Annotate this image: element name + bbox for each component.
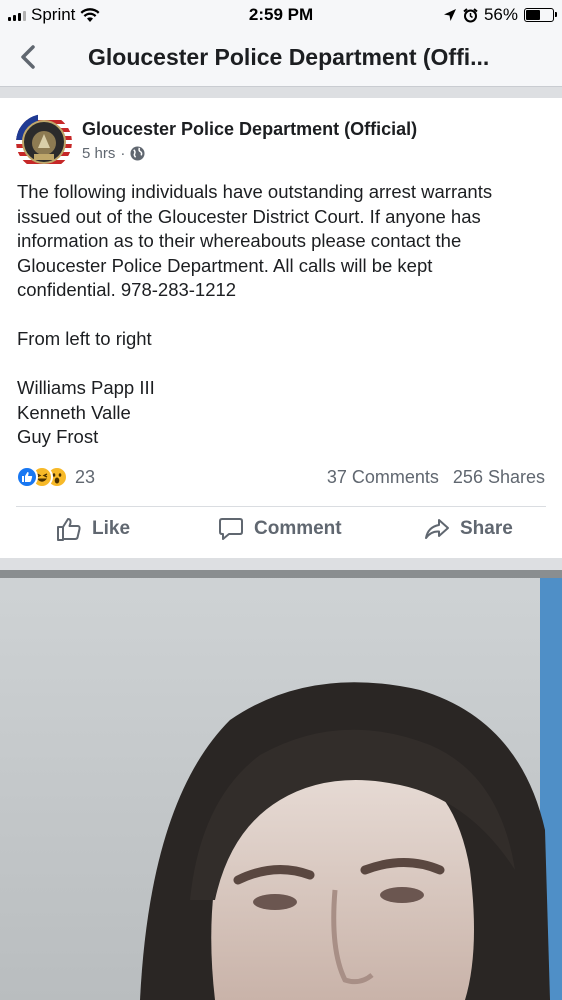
body-line: information as to their whereabouts plea…	[17, 230, 462, 251]
alarm-icon	[463, 7, 478, 22]
police-badge-icon	[16, 114, 72, 170]
share-arrow-icon	[425, 519, 449, 539]
battery-percent: 56%	[483, 5, 518, 24]
reaction-count: 23	[75, 466, 96, 487]
post-card: Gloucester Police Department (Official) …	[0, 98, 562, 558]
thumbs-up-icon	[57, 518, 81, 541]
reactions-summary[interactable]: 23	[16, 466, 95, 488]
like-button[interactable]: Like	[56, 516, 130, 542]
status-right: 56%	[443, 5, 557, 25]
post-meta: 5 hrs ·	[82, 145, 145, 162]
shares-count[interactable]: 256 Shares	[453, 467, 545, 488]
body-line: issued out of the Gloucester District Co…	[17, 205, 481, 227]
comments-count[interactable]: 37 Comments	[327, 467, 439, 488]
mugshot-image	[0, 570, 562, 1000]
battery-fill	[526, 10, 540, 20]
location-arrow-icon	[443, 9, 456, 21]
globe-icon	[130, 146, 145, 161]
post-body: The following individuals have outstandi…	[17, 180, 547, 450]
navigation-bar: Gloucester Police Department (Offi...	[0, 30, 562, 87]
chevron-left-icon[interactable]	[14, 42, 44, 72]
comment-button[interactable]: Comment	[218, 516, 342, 542]
suspect-name: Williams Papp III	[17, 377, 155, 398]
suspect-name: Kenneth Valle	[17, 401, 131, 423]
post-author[interactable]: Gloucester Police Department (Official)	[82, 119, 417, 140]
body-intro: From left to right	[17, 328, 152, 349]
share-label: Share	[460, 518, 513, 539]
divider	[16, 506, 546, 507]
post-stats: 37 Comments 256 Shares	[327, 467, 545, 488]
like-reaction-icon	[16, 466, 38, 488]
page-title: Gloucester Police Department (Offi...	[88, 44, 490, 70]
post-time[interactable]: 5 hrs	[82, 145, 115, 162]
meta-separator: ·	[120, 145, 126, 162]
comment-label: Comment	[254, 518, 342, 539]
like-label: Like	[92, 518, 131, 539]
share-button[interactable]: Share	[424, 516, 513, 542]
body-line: Gloucester Police Department. All calls …	[17, 254, 433, 276]
body-line: The following individuals have outstandi…	[17, 181, 493, 202]
avatar[interactable]	[16, 114, 72, 170]
status-bar: Sprint 2:59 PM 56%	[0, 0, 562, 30]
body-line: confidential. 978-283-1212	[17, 279, 237, 300]
post-actions: Like Comment Share	[0, 516, 562, 550]
comment-bubble-icon	[219, 518, 243, 540]
battery-icon	[524, 8, 557, 22]
suspect-name: Guy Frost	[17, 426, 99, 447]
post-photo[interactable]	[0, 570, 562, 1000]
